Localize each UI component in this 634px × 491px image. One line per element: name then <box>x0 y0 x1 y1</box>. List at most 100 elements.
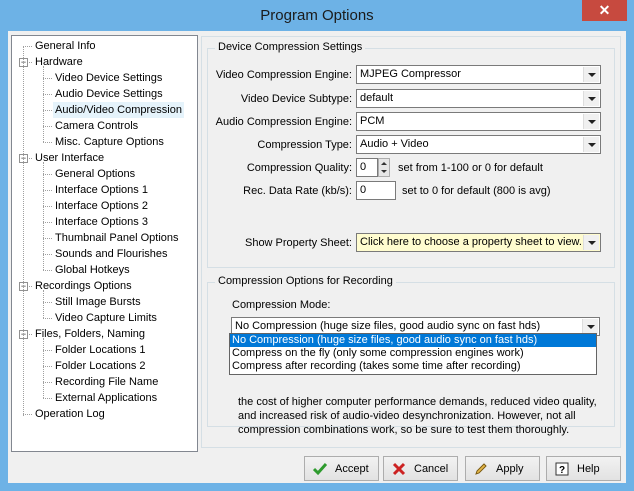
tree-item[interactable]: Global Hotkeys <box>53 262 132 278</box>
compression-mode-label: Compression Mode: <box>232 299 331 311</box>
help-label: Help <box>577 463 600 475</box>
tree-connector <box>43 290 44 318</box>
tree-connector <box>43 318 52 319</box>
subtype-value: default <box>360 92 394 104</box>
program-options-window: Program Options ✕ General Info Hardware − V… <box>0 0 634 491</box>
tree-connector <box>43 190 52 191</box>
compression-type-select[interactable]: Audio + Video <box>356 135 601 154</box>
quality-spinner[interactable] <box>378 158 390 177</box>
tree-connector <box>43 66 44 142</box>
accept-button[interactable]: Accept <box>304 456 379 481</box>
compression-mode-dropdown-list[interactable]: No Compression (huge size files, good au… <box>229 333 597 375</box>
tree-item[interactable]: Interface Options 1 <box>53 182 150 198</box>
audio-engine-label: Audio Compression Engine: <box>215 116 352 128</box>
apply-label: Apply <box>496 463 524 475</box>
cancel-button[interactable]: Cancel <box>383 456 458 481</box>
tree-item[interactable]: Camera Controls <box>53 118 140 134</box>
tree-item[interactable]: General Options <box>53 166 137 182</box>
tree-connector <box>43 366 52 367</box>
video-engine-value: MJPEG Compressor <box>360 68 461 80</box>
tree-connector <box>23 414 32 415</box>
svg-text:?: ? <box>559 465 565 476</box>
data-rate-input[interactable]: 0 <box>356 181 396 200</box>
quality-hint: set from 1-100 or 0 for default <box>398 162 543 174</box>
tree-item[interactable]: Interface Options 3 <box>53 214 150 230</box>
tree-connector <box>43 302 52 303</box>
chevron-down-icon <box>583 114 599 129</box>
help-icon: ? <box>555 462 569 476</box>
tree-item[interactable]: Thumbnail Panel Options <box>53 230 181 246</box>
pencil-icon <box>475 463 487 475</box>
tree-item[interactable]: Sounds and Flourishes <box>53 246 170 262</box>
data-rate-hint: set to 0 for default (800 is avg) <box>402 185 551 197</box>
help-button[interactable]: ? Help <box>546 456 621 481</box>
tree-connector <box>43 338 44 398</box>
chevron-down-icon <box>583 137 599 152</box>
tree-connector <box>43 174 52 175</box>
compression-mode-value: No Compression (huge size files, good au… <box>235 320 541 332</box>
tree-item[interactable]: Video Device Settings <box>53 70 164 86</box>
tree-connector <box>23 46 24 416</box>
dropdown-option[interactable]: Compress on the fly (only some compressi… <box>230 347 596 360</box>
tree-item[interactable]: Recording File Name <box>53 374 160 390</box>
tree-item[interactable]: Folder Locations 2 <box>53 358 148 374</box>
tree-connector <box>43 382 52 383</box>
property-sheet-select[interactable]: Click here to choose a property sheet to… <box>356 233 601 252</box>
accept-label: Accept <box>335 463 369 475</box>
subtype-label: Video Device Subtype: <box>240 93 352 105</box>
checkmark-icon <box>313 463 327 476</box>
recording-compression-group-title: Compression Options for Recording <box>215 275 396 287</box>
cross-icon <box>392 462 406 476</box>
chevron-down-icon <box>582 319 598 334</box>
apply-button[interactable]: Apply <box>465 456 540 481</box>
tree-item[interactable]: Folder Locations 1 <box>53 342 148 358</box>
tree-connector <box>43 222 52 223</box>
settings-panel: Device Compression Settings Video Compre… <box>201 36 621 448</box>
tree-connector <box>43 270 52 271</box>
video-engine-select[interactable]: MJPEG Compressor <box>356 65 601 84</box>
property-sheet-value: Click here to choose a property sheet to… <box>360 236 589 248</box>
tree-item[interactable]: Audio Device Settings <box>53 86 165 102</box>
tree-connector <box>43 110 52 111</box>
audio-engine-value: PCM <box>360 115 385 127</box>
tree-item[interactable]: Interface Options 2 <box>53 198 150 214</box>
chevron-down-icon <box>583 91 599 106</box>
tree-item[interactable]: Hardware <box>33 54 85 70</box>
title-bar[interactable]: Program Options ✕ <box>0 0 634 32</box>
description-line: and increased risk of audio-video desync… <box>238 410 576 422</box>
tree-connector <box>43 78 52 79</box>
close-button[interactable]: ✕ <box>582 0 627 21</box>
tree-connector <box>43 254 52 255</box>
cancel-label: Cancel <box>414 463 449 475</box>
tree-connector <box>43 142 52 143</box>
options-tree[interactable]: General Info Hardware − Video Device Settin… <box>11 35 198 452</box>
tree-item[interactable]: Video Capture Limits <box>53 310 159 326</box>
property-sheet-label: Show Property Sheet: <box>244 237 352 249</box>
dropdown-option[interactable]: Compress after recording (takes some tim… <box>230 360 596 373</box>
tree-connector <box>43 350 52 351</box>
audio-engine-select[interactable]: PCM <box>356 112 601 131</box>
tree-item[interactable]: Audio/Video Compression <box>53 102 184 118</box>
compression-type-label: Compression Type: <box>257 139 352 151</box>
subtype-select[interactable]: default <box>356 89 601 108</box>
quality-input[interactable]: 0 <box>356 158 378 177</box>
tree-item[interactable]: Files, Folders, Naming <box>33 326 147 342</box>
chevron-down-icon <box>583 67 599 82</box>
tree-item[interactable]: Still Image Bursts <box>53 294 143 310</box>
video-engine-label: Video Compression Engine: <box>215 69 352 81</box>
data-rate-label: Rec. Data Rate (kb/s): <box>243 185 352 197</box>
tree-item[interactable]: Recordings Options <box>33 278 134 294</box>
tree-item[interactable]: Operation Log <box>33 406 107 422</box>
chevron-down-icon <box>583 235 599 250</box>
device-compression-group: Device Compression Settings Video Compre… <box>207 41 615 268</box>
description-line: compression combinations work, so be sur… <box>238 424 570 436</box>
tree-item[interactable]: External Applications <box>53 390 159 406</box>
dialog-client: General Info Hardware − Video Device Settin… <box>8 31 626 483</box>
tree-item[interactable]: Misc. Capture Options <box>53 134 166 150</box>
tree-connector <box>23 46 32 47</box>
tree-connector <box>43 398 52 399</box>
dropdown-option[interactable]: No Compression (huge size files, good au… <box>230 334 596 347</box>
device-compression-group-title: Device Compression Settings <box>215 41 366 53</box>
description-line: the cost of higher computer performance … <box>238 396 597 408</box>
tree-item[interactable]: General Info <box>33 38 98 54</box>
